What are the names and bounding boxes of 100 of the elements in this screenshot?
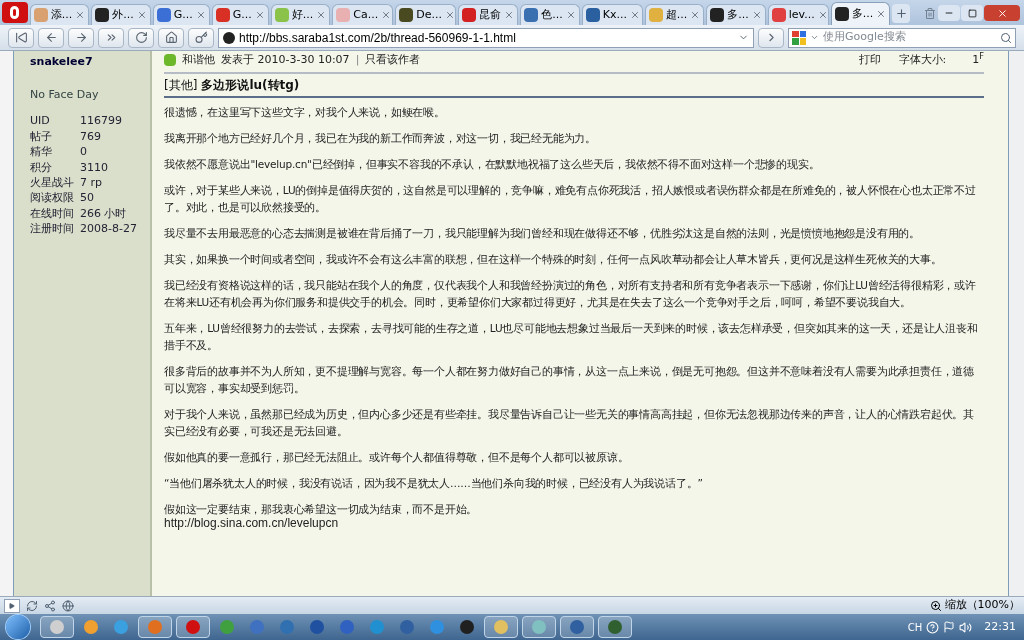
trash-icon[interactable] xyxy=(923,6,936,21)
globe-icon[interactable] xyxy=(62,599,74,612)
browser-tab[interactable]: 多... xyxy=(706,4,766,25)
tab-title: 色... xyxy=(541,6,563,23)
reload-button[interactable] xyxy=(128,27,154,48)
close-icon[interactable] xyxy=(751,10,762,20)
post-paragraph: 假如这一定要结束，那我衷心希望这一切成为结束，而不是开始。 xyxy=(164,502,479,517)
browser-tab[interactable]: 添... xyxy=(29,4,90,25)
fast-forward-button[interactable] xyxy=(98,27,124,48)
browser-tab[interactable]: G... xyxy=(211,4,269,25)
close-icon[interactable] xyxy=(381,10,392,20)
sync-icon[interactable] xyxy=(26,599,38,612)
close-icon[interactable] xyxy=(629,10,640,20)
rewind-button[interactable] xyxy=(8,27,34,48)
close-button[interactable] xyxy=(984,5,1020,21)
post-paragraph: 我离开那个地方已经好几个月，我已在为我的新工作而奔波，对这一切，我已经无能为力。 xyxy=(164,131,597,146)
dropdown-icon[interactable] xyxy=(810,33,819,42)
help-icon[interactable] xyxy=(926,620,940,634)
stat-value: 2008-8-27 xyxy=(80,221,137,238)
opera-logo-icon[interactable] xyxy=(2,2,28,23)
post-paragraph: 我已经没有资格说这样的话，我只能站在我个人的角度，仅代表我个人和我曾经扮演过的角色，对所有支持者和所有竞争者表示一下感谢，你们让LU曾经活得很精彩，或许在将来LU还有机会再为你们服务和提供交手的机会。同时，更希望你们大家都过得更好，尤其是在失去了这么一个竞争对手之后，呵呵，希望不要说我自大。 xyxy=(164,278,977,310)
scrollbar[interactable] xyxy=(1008,51,1024,596)
taskbar-app-button[interactable] xyxy=(40,616,74,638)
post-date: 发表于 2010-3-30 10:07 xyxy=(221,51,350,68)
tab-title: 超... xyxy=(665,6,688,23)
author-only-link[interactable]: 只看该作者 xyxy=(365,51,421,69)
stat-value: 266 小时 xyxy=(80,205,127,222)
print-link[interactable]: 打印 xyxy=(858,51,881,69)
maximize-button[interactable] xyxy=(961,5,983,21)
panel-toggle-button[interactable] xyxy=(4,598,20,613)
stat-value: 3110 xyxy=(80,159,108,176)
zoom-icon xyxy=(929,599,942,612)
start-button[interactable] xyxy=(6,615,30,639)
stat-value: 769 xyxy=(80,128,101,145)
search-input[interactable]: 使用Google搜索 xyxy=(823,29,996,46)
new-tab-button[interactable] xyxy=(892,4,910,23)
browser-tab[interactable]: 昆俞 xyxy=(458,4,519,25)
browser-tab[interactable]: 超... xyxy=(644,4,705,25)
browser-tab[interactable]: 好... xyxy=(270,4,331,25)
search-field[interactable]: 使用Google搜索 xyxy=(788,27,1016,48)
share-icon[interactable] xyxy=(44,599,56,612)
username[interactable]: snakelee7 xyxy=(30,54,146,71)
browser-tab[interactable]: Kx... xyxy=(581,4,643,25)
author-name[interactable]: 和谐他 xyxy=(182,51,215,69)
language-indicator[interactable]: CH xyxy=(907,619,923,635)
taskbar-app-button[interactable] xyxy=(176,616,210,638)
browser-tab[interactable]: Ca... xyxy=(332,4,394,25)
tab-title: 添... xyxy=(50,6,73,23)
back-button[interactable] xyxy=(38,27,64,48)
post-title: [其他] 多边形说lu(转tg) xyxy=(164,77,301,94)
minimize-button[interactable] xyxy=(938,5,960,21)
key-button[interactable] xyxy=(188,27,214,48)
plus-icon xyxy=(894,7,908,20)
taskbar-app-button[interactable] xyxy=(138,616,172,638)
forward-button[interactable] xyxy=(68,27,94,48)
zoom-button[interactable]: 缩放（100%） xyxy=(929,597,1020,614)
close-icon[interactable] xyxy=(817,10,828,20)
tab-title: 昆俞 xyxy=(479,6,502,23)
flag-icon[interactable] xyxy=(943,621,956,633)
close-icon[interactable] xyxy=(136,10,147,20)
search-icon[interactable] xyxy=(1000,31,1012,44)
taskbar-app-button[interactable] xyxy=(598,616,632,638)
url-text: http://bbs.saraba1st.com/2b/thread-560969-1-1.html xyxy=(239,29,516,47)
taskbar-app-button[interactable] xyxy=(560,616,594,638)
browser-tab[interactable]: De... xyxy=(395,4,457,25)
browser-tab[interactable]: 外... xyxy=(91,4,151,25)
stat-label: 帖子 xyxy=(30,128,53,145)
floor-number: 1$^{F}$ xyxy=(972,51,984,68)
close-icon[interactable] xyxy=(254,10,265,20)
stat-label: 积分 xyxy=(30,159,53,176)
font-size-label: 字体大小: xyxy=(898,51,947,68)
tab-title: 多... xyxy=(727,6,749,23)
google-logo-icon[interactable] xyxy=(792,30,806,45)
close-icon[interactable] xyxy=(75,10,86,20)
stat-label: 注册时间 xyxy=(30,221,75,238)
stat-value: 0 xyxy=(80,144,87,161)
blog-link[interactable]: http://blog.sina.com.cn/levelupcn xyxy=(164,516,984,530)
browser-tab[interactable]: 多... xyxy=(830,2,891,25)
post-paragraph: 我尽量不去用最恶意的心态去揣测是被谁在背后捅了一刀，我只能理解为我们曾经和现在做得还不够，优胜劣汰这是自然的法则，光是愤愤地抱怨是没有用的。 xyxy=(164,226,921,241)
taskbar-app-button[interactable] xyxy=(484,616,518,638)
tab-title: G... xyxy=(232,6,252,23)
close-icon[interactable] xyxy=(690,10,701,20)
browser-tab[interactable]: 色... xyxy=(520,4,580,25)
user-title: No Face Day xyxy=(30,86,100,103)
clock[interactable]: 22:31 xyxy=(984,618,1016,636)
address-field[interactable]: http://bbs.saraba1st.com/2b/thread-560969-1-1.html xyxy=(218,27,754,48)
close-icon[interactable] xyxy=(445,10,455,20)
close-icon[interactable] xyxy=(504,10,515,20)
browser-tab[interactable]: lev... xyxy=(767,4,829,25)
maximize-icon xyxy=(967,8,977,18)
browser-tab[interactable]: G... xyxy=(152,4,210,25)
volume-icon[interactable] xyxy=(959,620,973,634)
taskbar-app-button[interactable] xyxy=(522,616,556,638)
close-icon[interactable] xyxy=(565,10,576,20)
close-icon[interactable] xyxy=(876,9,887,19)
tab-title: 多... xyxy=(851,5,874,22)
home-button[interactable] xyxy=(158,27,184,48)
close-icon[interactable] xyxy=(316,10,327,20)
go-button[interactable] xyxy=(758,27,784,48)
close-icon[interactable] xyxy=(195,10,206,20)
